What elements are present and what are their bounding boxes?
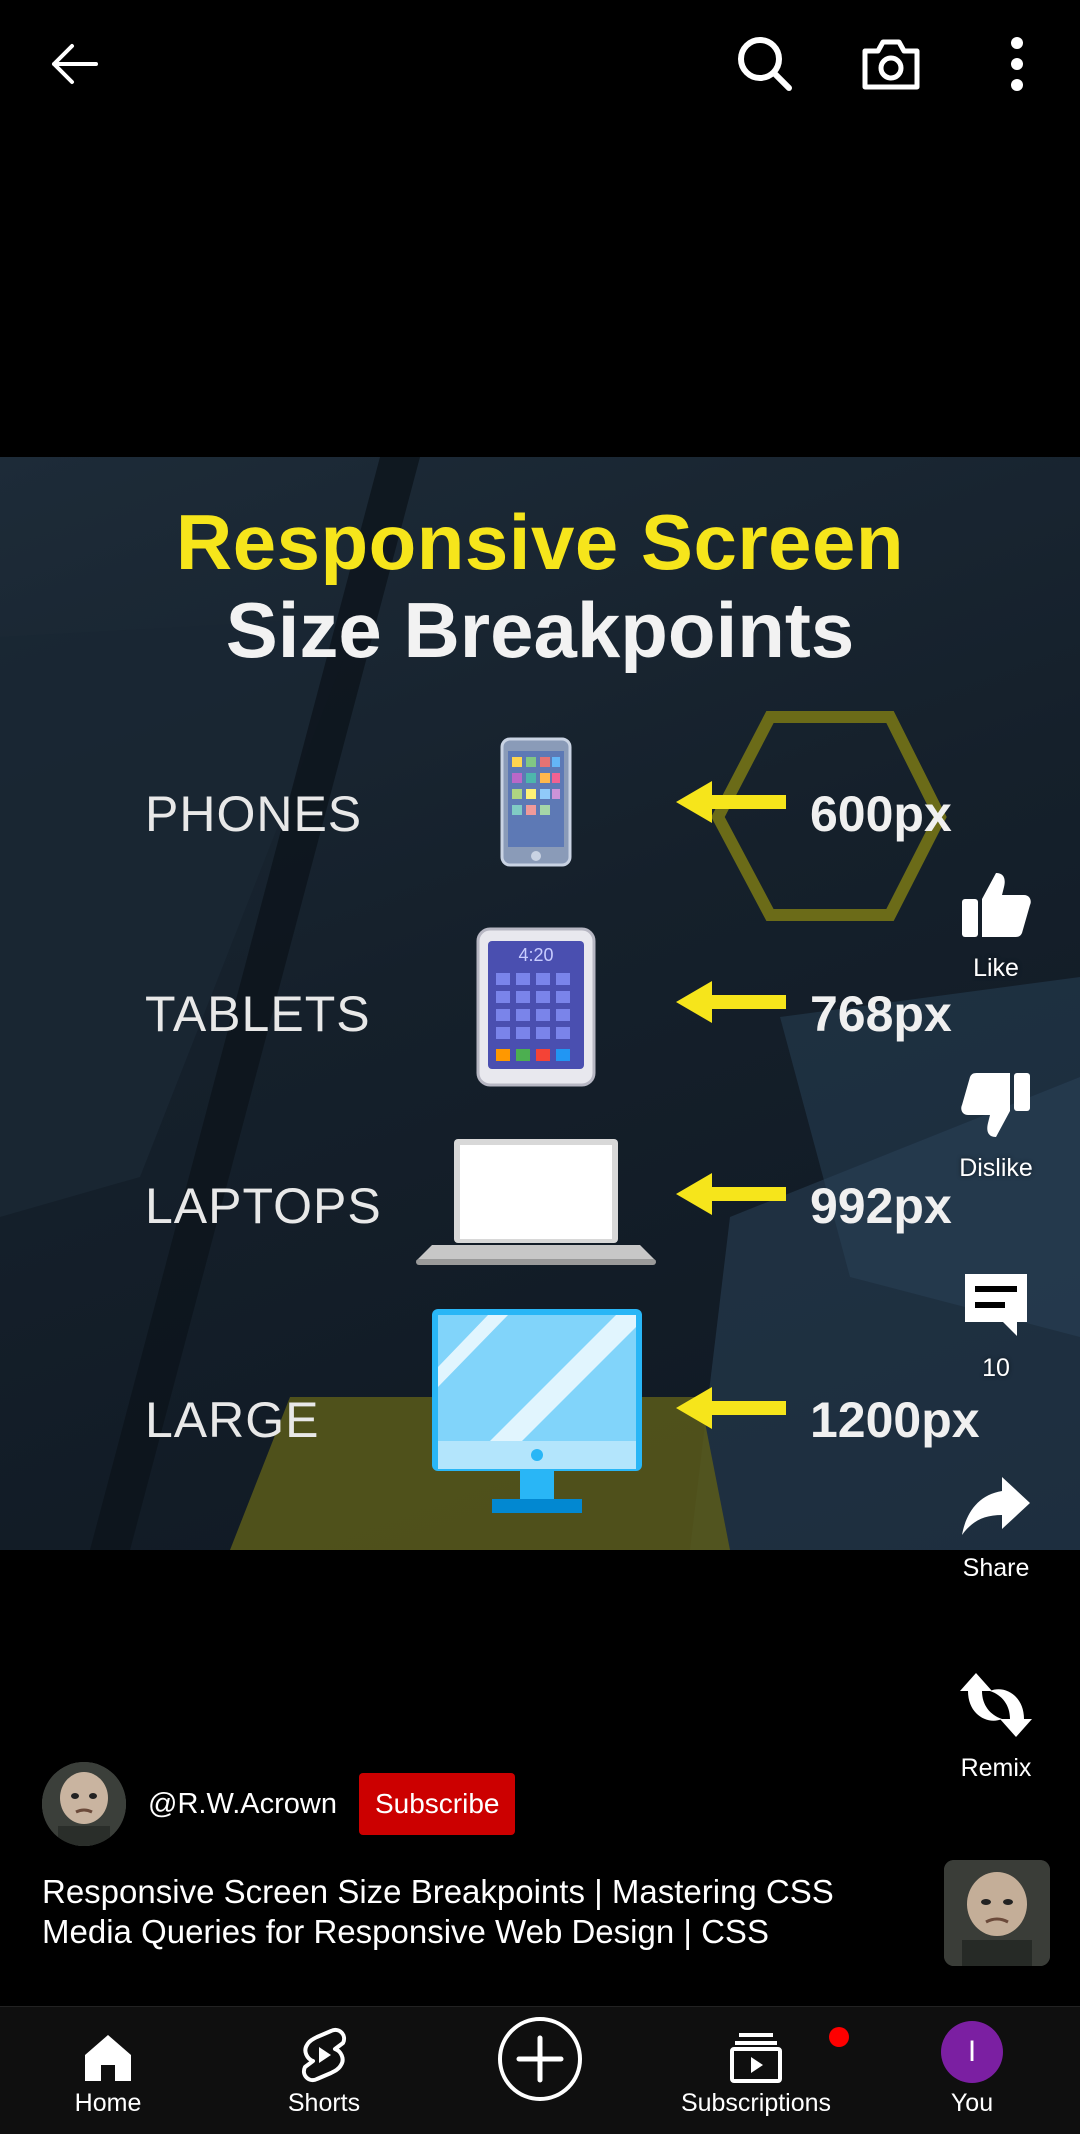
laptop-icon bbox=[416, 1139, 656, 1265]
channel-handle[interactable]: @R.W.Acrown bbox=[148, 1788, 337, 1821]
bottom-navigation: Home Shorts Subscriptions I You bbox=[0, 2006, 1080, 2134]
nav-you[interactable]: I You bbox=[912, 2007, 1032, 2134]
breakpoint-row-tablets: TABLETS 4:20 768px bbox=[0, 927, 1080, 1087]
comment-icon bbox=[965, 1274, 1027, 1336]
remix-label: Remix bbox=[960, 1754, 1032, 1782]
share-icon bbox=[962, 1477, 1030, 1535]
more-options-button[interactable] bbox=[975, 22, 1059, 106]
share-button[interactable]: Share bbox=[940, 1460, 1052, 1583]
arrow-left-yellow-icon bbox=[676, 1173, 786, 1215]
remix-button[interactable]: Remix bbox=[940, 1660, 1052, 1783]
like-label: Like bbox=[973, 954, 1019, 982]
arrow-left-yellow-icon bbox=[676, 781, 786, 823]
search-button[interactable] bbox=[723, 22, 807, 106]
channel-row: @R.W.Acrown Subscribe bbox=[42, 1762, 742, 1846]
thumbs-up-icon bbox=[962, 873, 1031, 937]
slide-title-line2: Size Breakpoints bbox=[225, 586, 855, 674]
nav-subscriptions-label: Subscriptions bbox=[680, 2089, 832, 2117]
plus-circle-icon bbox=[498, 2017, 582, 2101]
user-avatar: I bbox=[941, 2021, 1003, 2083]
breakpoint-value: 1200px bbox=[810, 1392, 980, 1448]
comments-count: 10 bbox=[982, 1354, 1010, 1382]
breakpoint-label: LAPTOPS bbox=[145, 1178, 382, 1234]
camera-button[interactable] bbox=[849, 22, 933, 106]
subscriptions-icon bbox=[730, 2033, 782, 2083]
breakpoint-row-laptops: LAPTOPS 992px bbox=[0, 1137, 1080, 1287]
sound-thumbnail-image bbox=[944, 1860, 1050, 1966]
top-bar bbox=[0, 0, 1080, 130]
camera-icon bbox=[862, 39, 920, 90]
comments-button[interactable]: 10 bbox=[940, 1260, 1052, 1383]
nav-subscriptions[interactable]: Subscriptions bbox=[668, 2007, 849, 2134]
breakpoint-label: LARGE bbox=[145, 1392, 320, 1448]
more-vertical-icon bbox=[1011, 37, 1023, 91]
breakpoint-row-large: LARGE 1200px bbox=[0, 1307, 1080, 1513]
breakpoint-label: TABLETS bbox=[145, 986, 371, 1042]
nav-you-label: You bbox=[950, 2089, 994, 2117]
sound-thumbnail[interactable] bbox=[944, 1860, 1050, 1966]
arrow-left-yellow-icon bbox=[676, 1387, 786, 1429]
share-label: Share bbox=[962, 1554, 1030, 1582]
breakpoint-label: PHONES bbox=[145, 786, 363, 842]
nav-home-label: Home bbox=[74, 2089, 142, 2117]
dislike-label: Dislike bbox=[959, 1154, 1033, 1182]
nav-shorts-label: Shorts bbox=[287, 2089, 361, 2117]
shorts-icon bbox=[302, 2028, 346, 2082]
video-player[interactable]: Responsive Screen Size Breakpoints PHONE… bbox=[0, 457, 1080, 1550]
notification-dot bbox=[829, 2027, 849, 2047]
search-icon bbox=[738, 37, 792, 91]
nav-create-button[interactable] bbox=[487, 2007, 593, 2134]
breakpoint-value: 600px bbox=[810, 786, 952, 842]
arrow-left-yellow-icon bbox=[676, 981, 786, 1023]
breakpoint-row-phones: PHONES 600px bbox=[0, 737, 1080, 887]
breakpoint-value: 768px bbox=[810, 986, 952, 1042]
thumbs-down-icon bbox=[961, 1073, 1030, 1137]
subscribe-button[interactable]: Subscribe bbox=[358, 1773, 516, 1835]
like-button[interactable]: Like bbox=[940, 860, 1052, 983]
arrow-left-icon bbox=[52, 44, 98, 84]
tablet-icon: 4:20 bbox=[476, 927, 596, 1087]
channel-avatar[interactable] bbox=[42, 1762, 126, 1846]
monitor-icon bbox=[432, 1309, 642, 1513]
back-button[interactable] bbox=[32, 22, 116, 106]
video-title[interactable]: Responsive Screen Size Breakpoints | Mas… bbox=[42, 1872, 922, 1952]
remix-icon bbox=[960, 1673, 1032, 1737]
nav-shorts[interactable]: Shorts bbox=[264, 2007, 384, 2134]
tablet-clock: 4:20 bbox=[518, 945, 553, 965]
channel-avatar-image bbox=[42, 1762, 126, 1846]
home-icon bbox=[85, 2035, 131, 2081]
breakpoint-value: 992px bbox=[810, 1178, 952, 1234]
dislike-button[interactable]: Dislike bbox=[940, 1060, 1052, 1183]
slide-title-line1: Responsive Screen bbox=[175, 498, 905, 586]
nav-home[interactable]: Home bbox=[48, 2007, 168, 2134]
phone-icon bbox=[500, 737, 572, 867]
